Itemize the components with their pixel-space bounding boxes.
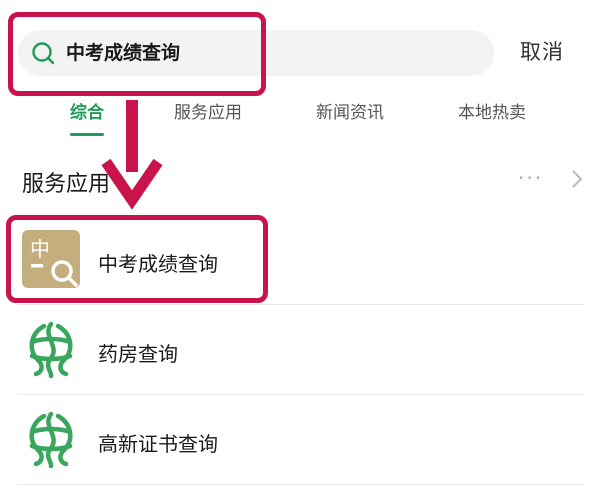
- active-tab-indicator: [70, 133, 104, 136]
- tab-local-hot-sale[interactable]: 本地热卖: [458, 98, 526, 123]
- search-icon: [32, 42, 55, 65]
- chevron-right-icon[interactable]: [570, 168, 584, 190]
- divider: [18, 484, 584, 485]
- list-item[interactable]: 药房查询: [0, 306, 600, 394]
- tab-general[interactable]: 综合: [70, 98, 104, 123]
- divider: [18, 304, 584, 305]
- tab-bar: 综合 服务应用 新闻资讯 本地热卖: [0, 98, 600, 138]
- divider: [18, 394, 584, 395]
- exam-icon-char: 中: [30, 237, 50, 261]
- section-title: 服务应用: [22, 172, 111, 197]
- list-item-label: 高新证书查询: [98, 432, 218, 456]
- green-service-logo-icon: [29, 411, 73, 468]
- tab-news[interactable]: 新闻资讯: [316, 98, 384, 123]
- exam-score-search-icon: 中: [22, 230, 80, 288]
- list-item-label: 药房查询: [98, 342, 178, 366]
- list-item[interactable]: 高新证书查询: [0, 396, 600, 484]
- search-bar[interactable]: 中考成绩查询: [18, 30, 494, 76]
- arrow-down-icon: [101, 100, 163, 210]
- tab-service-apps[interactable]: 服务应用: [174, 98, 242, 123]
- list-item[interactable]: 中 中考成绩查询: [0, 216, 600, 304]
- cancel-button[interactable]: 取消: [520, 36, 564, 66]
- green-service-logo-icon: [29, 321, 73, 378]
- search-input[interactable]: 中考成绩查询: [66, 30, 180, 76]
- more-icon[interactable]: ···: [518, 166, 543, 190]
- list-item-label: 中考成绩查询: [98, 252, 218, 276]
